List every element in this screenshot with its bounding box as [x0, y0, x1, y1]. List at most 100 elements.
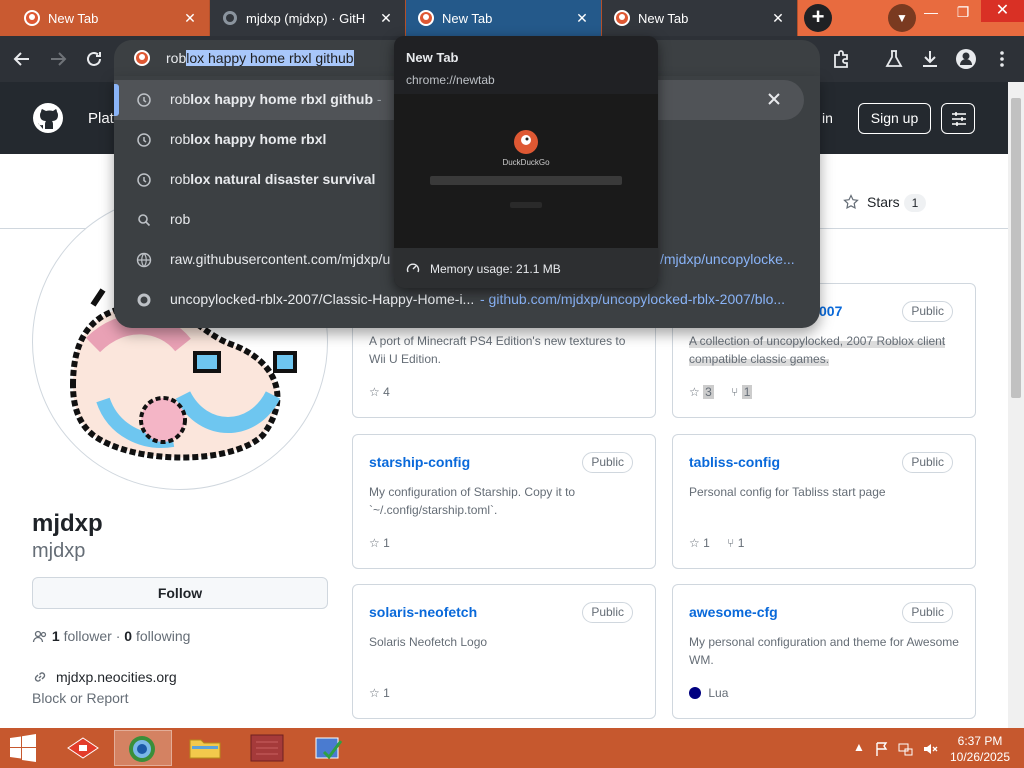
fork-count[interactable]: 1	[741, 384, 753, 399]
minimize-button[interactable]: —	[918, 4, 944, 22]
preview-search-box	[430, 176, 622, 185]
star-icon: ☆	[689, 384, 700, 399]
hover-card-title: New Tab	[406, 50, 459, 65]
repo-description: Personal config for Tabliss start page	[689, 485, 886, 499]
followers-count[interactable]: 1	[52, 628, 60, 644]
suggestion-text: rob	[170, 211, 191, 227]
github-icon	[223, 11, 237, 25]
star-count[interactable]: 1	[383, 686, 390, 700]
back-icon[interactable]	[10, 47, 34, 71]
star-count[interactable]: 4	[383, 385, 390, 399]
close-icon[interactable]: ✕	[769, 9, 787, 27]
taskbar-app-tool[interactable]	[300, 730, 358, 766]
repo-name-link[interactable]: 007	[819, 303, 842, 319]
duckduckgo-icon	[614, 10, 630, 26]
duckduckgo-icon	[418, 10, 434, 26]
suggestion-url: - github.com/mjdxp/uncopylocked-rblx-200…	[480, 291, 786, 307]
star-icon	[843, 194, 859, 210]
fork-icon: ⑂	[727, 535, 735, 550]
star-icon: ☆	[369, 685, 380, 700]
close-icon[interactable]: ✕	[181, 9, 199, 27]
game-app-icon	[250, 734, 284, 762]
repo-name-link[interactable]: solaris-neofetch	[369, 604, 477, 620]
tab-github[interactable]: mjdxp (mjdxp) · GitHub ✕	[210, 0, 406, 36]
sign-up-button[interactable]: Sign up	[858, 103, 931, 134]
follow-button[interactable]: Follow	[32, 577, 328, 609]
star-count[interactable]: 3	[703, 384, 714, 399]
search-icon	[138, 214, 151, 227]
menu-kebab-icon[interactable]	[990, 47, 1014, 71]
volume-muted-icon[interactable]	[922, 741, 938, 757]
fork-icon: ⑂	[731, 384, 739, 399]
taskbar-app-game[interactable]	[238, 730, 296, 766]
repo-card: awesome-cfg Public My personal configura…	[672, 584, 976, 719]
remove-suggestion-icon[interactable]	[766, 91, 782, 107]
fork-count[interactable]: 1	[738, 536, 745, 550]
repo-name-link[interactable]: tabliss-config	[689, 454, 780, 470]
block-report-link[interactable]: Block or Report	[32, 690, 128, 706]
star-icon: ☆	[369, 384, 380, 399]
taskbar-app-chrome[interactable]	[114, 730, 172, 766]
setup-app-icon	[315, 737, 343, 760]
action-center-flag-icon[interactable]	[874, 741, 890, 757]
extensions-icon[interactable]	[829, 47, 853, 71]
visibility-badge: Public	[902, 301, 953, 322]
restore-button[interactable]: ❐	[950, 4, 976, 22]
duckduckgo-icon	[24, 10, 40, 26]
memory-usage-label: Memory usage: 21.1 MB	[430, 262, 561, 276]
tab-new-tab-1[interactable]: New Tab ✕	[0, 0, 210, 36]
suggestion-text: roblox happy home rbxl github -	[170, 91, 382, 107]
duckduckgo-icon	[514, 130, 538, 154]
sign-in-link[interactable]: in	[822, 110, 833, 126]
star-count[interactable]: 1	[703, 536, 710, 550]
followers-label[interactable]: follower	[64, 628, 112, 644]
close-icon[interactable]: ✕	[573, 9, 591, 27]
settings-menu-button[interactable]	[941, 103, 975, 134]
suggestion-text: uncopylocked-rblx-2007/Classic-Happy-Hom…	[170, 291, 475, 307]
star-icon: ☆	[689, 535, 700, 550]
taskbar-app-roblox[interactable]	[54, 730, 112, 766]
link-icon	[34, 672, 46, 682]
github-logo-icon[interactable]	[32, 102, 64, 134]
star-count[interactable]: 1	[383, 536, 390, 550]
tab-stars[interactable]: Stars	[867, 194, 900, 210]
reload-icon[interactable]	[82, 47, 106, 71]
system-clock[interactable]: 6:37 PM 10/26/2025	[940, 733, 1020, 765]
website-link[interactable]: mjdxp.neocities.org	[56, 669, 177, 685]
preview-button	[510, 202, 542, 208]
profile-login: mjdxp	[32, 540, 86, 562]
tab-preview-thumbnail: DuckDuckGo	[394, 94, 658, 248]
following-count[interactable]: 0	[124, 628, 132, 644]
following-label[interactable]: following	[136, 628, 190, 644]
taskbar-app-explorer[interactable]	[176, 730, 234, 766]
repo-meta: ☆ 3 ⑂ 1	[689, 384, 753, 399]
tab-new-tab-3[interactable]: New Tab ✕	[602, 0, 798, 36]
windows-start-icon[interactable]	[8, 734, 38, 762]
close-icon[interactable]: ✕	[377, 9, 395, 27]
window-close-button[interactable]: ✕	[981, 0, 1024, 22]
repo-language: Lua	[708, 685, 729, 700]
tab-new-tab-2[interactable]: New Tab ✕	[406, 0, 602, 36]
tab-search-button[interactable]: ▼	[888, 4, 916, 32]
scrollbar-thumb[interactable]	[1011, 98, 1021, 398]
screen: New Tab ✕ mjdxp (mjdxp) · GitHub ✕ New T…	[0, 0, 1024, 768]
address-input[interactable]: roblox happy home rbxl github	[166, 50, 354, 66]
forward-icon[interactable]	[46, 47, 70, 71]
platform-menu[interactable]: Plat	[88, 110, 114, 127]
repo-name-link[interactable]: awesome-cfg	[689, 604, 778, 620]
labs-flask-icon[interactable]	[882, 47, 906, 71]
profile-icon[interactable]	[954, 47, 978, 71]
network-icon[interactable]	[898, 741, 914, 757]
sliders-icon	[952, 112, 966, 126]
history-icon	[137, 173, 151, 187]
download-icon[interactable]	[918, 47, 942, 71]
clock-time: 6:37 PM	[957, 734, 1003, 748]
new-tab-button[interactable]: +	[804, 4, 832, 32]
repo-name-link[interactable]: starship-config	[369, 454, 470, 470]
tab-title: mjdxp (mjdxp) · GitHub	[246, 11, 366, 26]
show-hidden-icons[interactable]: ▲	[851, 740, 867, 756]
tab-title: New Tab	[48, 11, 99, 26]
repo-card: starship-config Public My configuration …	[352, 434, 656, 569]
duckduckgo-icon	[134, 50, 150, 66]
visibility-badge: Public	[582, 602, 633, 623]
